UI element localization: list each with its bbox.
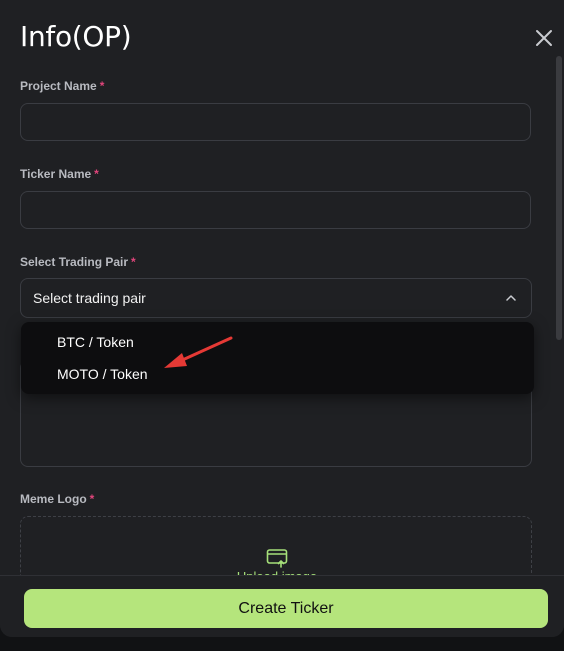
trading-pair-label: Select Trading Pair *	[20, 255, 136, 269]
required-mark: *	[131, 255, 136, 269]
create-ticker-button[interactable]: Create Ticker	[24, 589, 548, 628]
modal-footer: Create Ticker	[0, 575, 564, 637]
project-name-label: Project Name *	[20, 79, 104, 93]
info-modal: Info(OP) Project Name * Ticker Name * Sele…	[0, 0, 564, 637]
red-arrow-icon	[164, 336, 233, 368]
required-mark: *	[94, 167, 99, 181]
ticker-name-label-text: Ticker Name	[20, 167, 92, 181]
option-moto-token[interactable]: MOTO / Token	[57, 366, 148, 382]
project-name-input[interactable]	[20, 103, 531, 141]
trading-pair-selected: Select trading pair	[33, 290, 146, 306]
trading-pair-select[interactable]: Select trading pair	[20, 278, 532, 318]
ticker-name-label: Ticker Name *	[20, 167, 99, 181]
upload-image-icon	[266, 549, 288, 568]
scrollbar-thumb[interactable]	[556, 56, 562, 340]
close-icon[interactable]	[532, 26, 556, 50]
chevron-up-icon	[506, 295, 516, 301]
meme-logo-label: Meme Logo *	[20, 492, 94, 506]
required-mark: *	[89, 492, 95, 506]
ticker-name-input[interactable]	[20, 191, 531, 229]
meme-logo-label-text: Meme Logo	[20, 492, 87, 506]
option-btc-token[interactable]: BTC / Token	[57, 334, 134, 350]
project-name-label-text: Project Name	[20, 79, 97, 93]
trading-pair-label-text: Select Trading Pair	[20, 255, 129, 269]
modal-title: Info(OP)	[20, 20, 132, 53]
trading-pair-dropdown: BTC / Token MOTO / Token	[21, 322, 534, 394]
required-mark: *	[99, 79, 105, 93]
